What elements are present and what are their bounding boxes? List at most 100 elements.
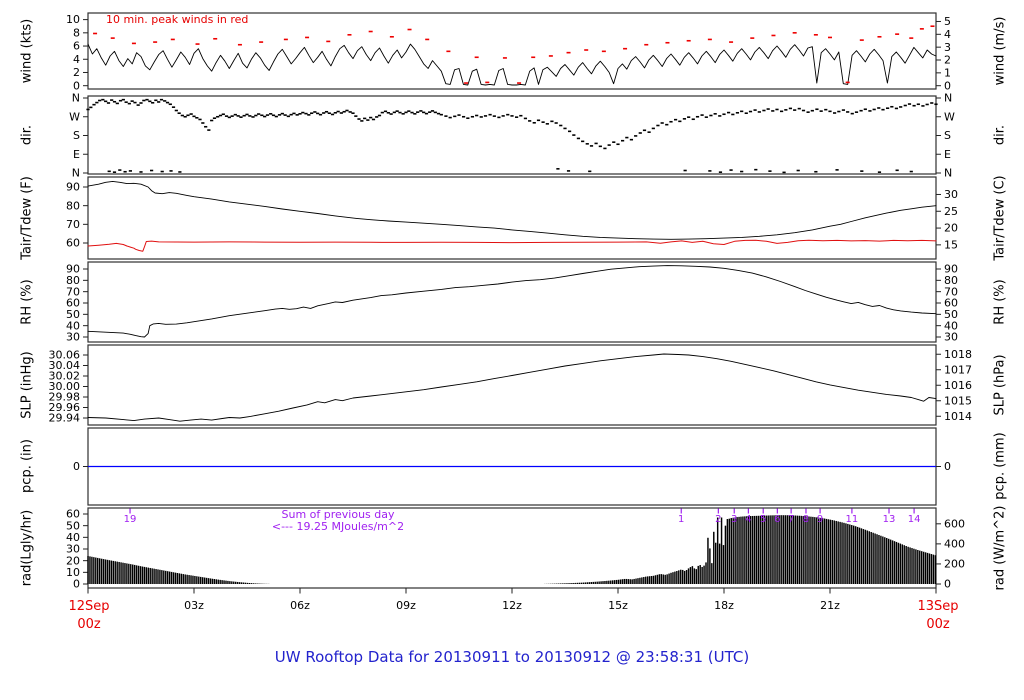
- wind-direction-point: [95, 102, 98, 104]
- mj-marker-label: 14: [908, 514, 921, 525]
- wind-direction-point: [546, 123, 549, 125]
- wind-peak-mark: [408, 29, 412, 31]
- wind-direction-point: [453, 116, 456, 118]
- y-tick-label: 70: [944, 285, 958, 298]
- wind-direction-point: [714, 113, 717, 115]
- y-tick-label: 60: [66, 297, 80, 310]
- radiation-bar: [857, 527, 858, 584]
- radiation-bar: [563, 583, 564, 584]
- wind-direction-point: [160, 99, 163, 101]
- radiation-bar: [229, 581, 230, 584]
- radiation-bar: [801, 516, 802, 584]
- mj-marker-tick: [791, 509, 792, 514]
- wind-direction-point: [169, 170, 172, 172]
- wind-direction-point: [910, 171, 913, 173]
- x-tick-label: 18z: [714, 599, 734, 612]
- radiation-bar: [766, 516, 767, 584]
- wind-direction-point: [731, 114, 734, 116]
- radiation-bar: [136, 565, 137, 584]
- radiation-bar: [832, 520, 833, 584]
- wind-direction-point: [331, 114, 334, 116]
- radiation-bar: [818, 518, 819, 584]
- radiation-bar: [680, 570, 681, 584]
- radiation-bar: [773, 515, 774, 584]
- wind-direction-point: [768, 170, 771, 172]
- radiation-bar: [748, 516, 749, 584]
- radiation-bar: [783, 515, 784, 584]
- wind-direction-point: [630, 139, 633, 141]
- rh-line: [88, 266, 936, 337]
- radiation-bar: [723, 545, 724, 584]
- y-tick-label: 0: [944, 79, 951, 92]
- radiation-bar: [834, 520, 835, 584]
- radiation-bar: [210, 578, 211, 584]
- radiation-bar: [727, 519, 728, 584]
- wind-direction-point: [307, 114, 310, 116]
- rh-right-axis-title: RH (%): [993, 279, 1008, 324]
- radiation-bar: [181, 574, 182, 584]
- radiation-bar: [153, 569, 154, 584]
- wind-direction-point: [625, 137, 628, 139]
- radiation-bar: [103, 559, 104, 584]
- radiation-bar: [894, 541, 895, 584]
- wind-direction-point: [133, 102, 136, 104]
- wind-direction-point: [340, 112, 343, 114]
- wind-direction-point: [719, 171, 722, 173]
- y-tick-label: S: [73, 129, 80, 142]
- radiation-bar: [645, 577, 646, 584]
- radiation-bar: [769, 515, 770, 584]
- wind-direction-point: [541, 121, 544, 123]
- wind-peak-mark: [259, 41, 263, 43]
- radiation-bar: [890, 540, 891, 584]
- wind-direction-point: [161, 171, 164, 173]
- wind-peak-mark: [238, 44, 242, 46]
- wind-direction-point: [797, 170, 800, 172]
- weather-multipanel-figure: 0246810012345NNWWSSEENN60708090152025303…: [0, 0, 1024, 700]
- y-tick-label: 1018: [944, 348, 972, 361]
- wind-direction-point: [835, 169, 838, 171]
- y-tick-label: 4: [73, 53, 80, 66]
- y-tick-label: S: [944, 129, 951, 142]
- radiation-bar: [223, 580, 224, 584]
- wind-direction-point: [908, 103, 911, 105]
- x-tick-label: 06z: [290, 599, 310, 612]
- wind-direction-point: [740, 171, 743, 173]
- wind-direction-point: [292, 113, 295, 115]
- y-tick-label: 40: [66, 319, 80, 332]
- radiation-bar: [567, 583, 568, 584]
- radiation-bar: [793, 515, 794, 584]
- radiation-bar: [598, 581, 599, 584]
- radiation-bar: [820, 518, 821, 584]
- wind-peak-mark: [517, 82, 521, 84]
- x-tick-label: 21z: [820, 599, 840, 612]
- wind-direction-point: [533, 122, 536, 124]
- radiation-bar: [165, 571, 166, 584]
- wind-peak-mark: [687, 40, 691, 42]
- wind-direction-point: [190, 113, 193, 115]
- radiation-bar: [647, 576, 648, 584]
- wind-direction-point: [310, 112, 313, 114]
- wind-direction-point: [608, 144, 611, 146]
- wind-direction-point: [594, 143, 597, 145]
- wind-direction-point: [886, 107, 889, 109]
- wind-peak-note: 10 min. peak winds in red: [106, 13, 248, 26]
- radiation-bar: [614, 580, 615, 584]
- radiation-bar: [593, 582, 594, 584]
- wind-direction-point: [129, 170, 132, 172]
- y-tick-label: 1016: [944, 379, 972, 392]
- x-start-date-label: 12Sep: [68, 599, 109, 614]
- wind-direction-point: [806, 111, 809, 113]
- wind-direction-point: [425, 113, 428, 115]
- radiation-bar: [771, 515, 772, 584]
- radiation-bar: [837, 521, 838, 584]
- y-tick-label: 30: [944, 331, 958, 344]
- radiation-bar: [731, 518, 732, 584]
- radiation-bar: [797, 516, 798, 584]
- radiation-bar: [140, 566, 141, 584]
- radiation-bar: [729, 519, 730, 584]
- radiation-bar: [622, 579, 623, 584]
- radiation-bar: [629, 579, 630, 584]
- wind-peak-mark: [602, 51, 606, 53]
- radiation-bar: [95, 558, 96, 584]
- wind-direction-point: [434, 112, 437, 114]
